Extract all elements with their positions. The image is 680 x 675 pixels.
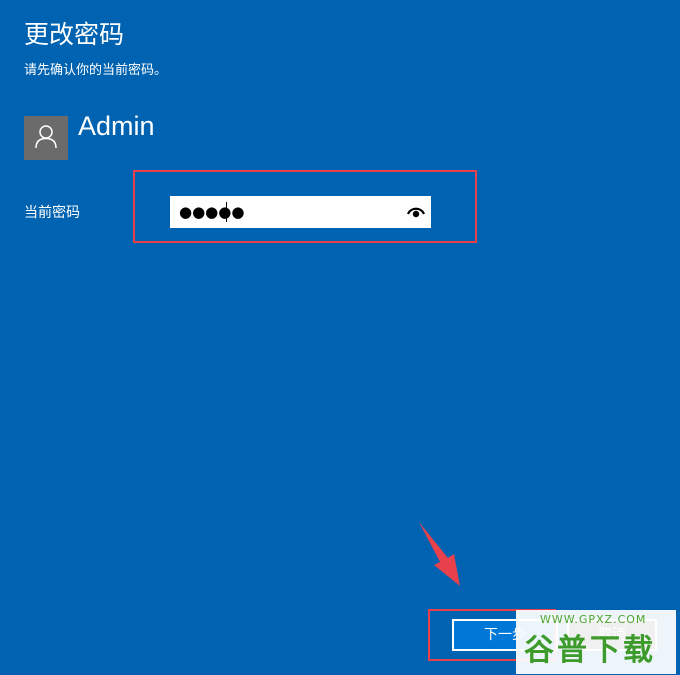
- annotation-arrow-icon: [419, 522, 460, 586]
- watermark-text: 谷普下载: [524, 633, 656, 668]
- annotation-highlight-password: [133, 170, 477, 243]
- page-title: 更改密码: [24, 20, 125, 49]
- watermark-url: WWW.GPXZ.COM: [540, 613, 647, 626]
- watermark-logo: WWW.GPXZ.COM 谷普下载: [516, 610, 676, 674]
- avatar: [24, 116, 68, 160]
- account-username: Admin: [78, 111, 155, 141]
- page-subtitle: 请先确认你的当前密码。: [24, 63, 168, 78]
- user-silhouette-icon: [35, 125, 57, 149]
- current-password-label: 当前密码: [24, 205, 80, 221]
